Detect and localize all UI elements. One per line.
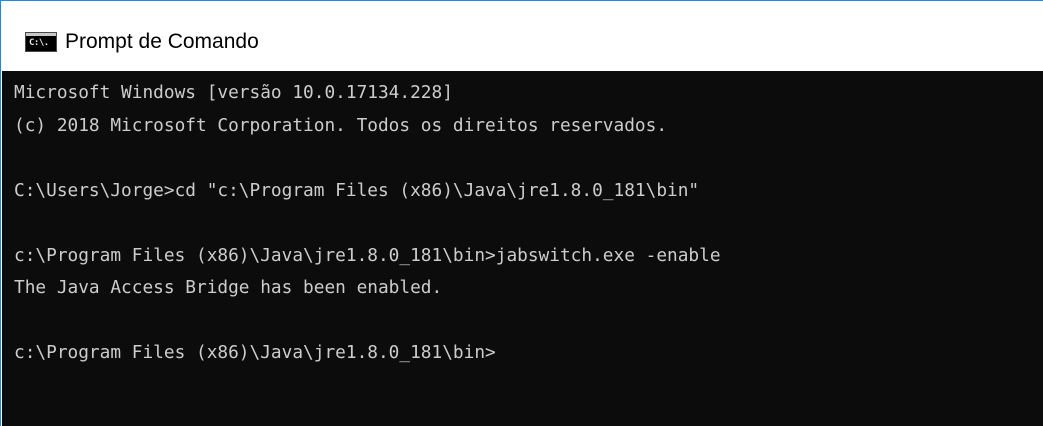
command-prompt-window[interactable]: C:\. Prompt de Comando Microsoft Windows… bbox=[0, 0, 1043, 426]
console-line: Microsoft Windows [versão 10.0.17134.228… bbox=[14, 82, 453, 103]
icon-top-bar bbox=[26, 33, 56, 36]
console-line: The Java Access Bridge has been enabled. bbox=[14, 277, 443, 298]
window-title: Prompt de Comando bbox=[65, 30, 259, 53]
console-prompt-line[interactable]: c:\Program Files (x86)\Java\jre1.8.0_181… bbox=[14, 337, 1043, 370]
cmd-app-icon[interactable]: C:\. bbox=[25, 32, 57, 52]
console-line: (c) 2018 Microsoft Corporation. Todos os… bbox=[14, 114, 668, 136]
console-line: c:\Program Files (x86)\Java\jre1.8.0_181… bbox=[14, 244, 721, 266]
console-line: C:\Users\Jorge>cd "c:\Program Files (x86… bbox=[14, 179, 700, 201]
icon-glyph: C:\. bbox=[29, 38, 49, 48]
title-bar[interactable]: C:\. Prompt de Comando bbox=[1, 1, 1043, 70]
console-output[interactable]: Microsoft Windows [versão 10.0.17134.228… bbox=[2, 71, 1043, 426]
